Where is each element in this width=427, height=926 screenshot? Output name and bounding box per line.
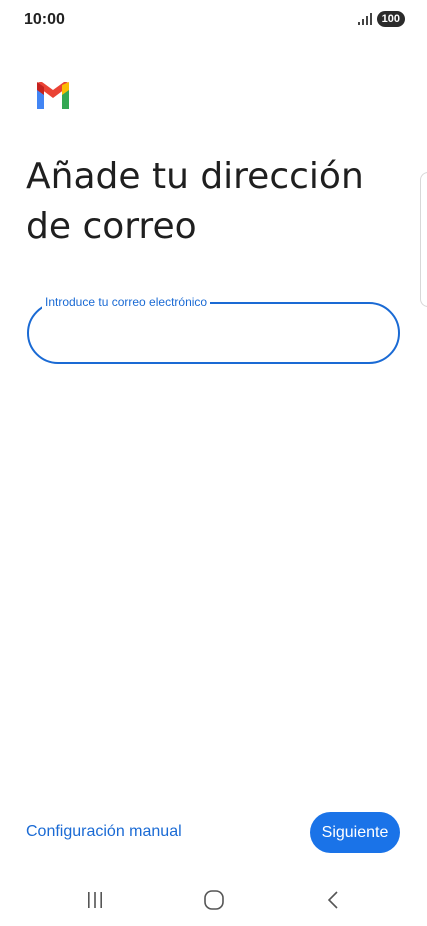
page-title: Añade tu dirección de correo (26, 156, 364, 247)
manual-configuration-link[interactable]: Configuración manual (26, 823, 182, 841)
email-field[interactable]: Introduce tu correo electrónico (27, 294, 400, 364)
status-bar: 10:00 100 (0, 0, 427, 40)
home-icon[interactable] (194, 888, 234, 912)
next-button[interactable]: Siguiente (310, 812, 400, 853)
signal-icon (357, 13, 372, 25)
back-icon[interactable] (313, 888, 353, 912)
gmail-logo (34, 82, 72, 110)
edge-panel-handle[interactable] (420, 172, 427, 307)
email-input[interactable] (47, 318, 381, 350)
status-time: 10:00 (24, 11, 65, 28)
battery-badge: 100 (376, 11, 405, 27)
email-field-label: Introduce tu correo electrónico (42, 294, 211, 310)
recent-apps-icon[interactable] (75, 888, 115, 912)
status-indicators: 100 (357, 11, 405, 27)
navigation-bar (0, 870, 427, 926)
